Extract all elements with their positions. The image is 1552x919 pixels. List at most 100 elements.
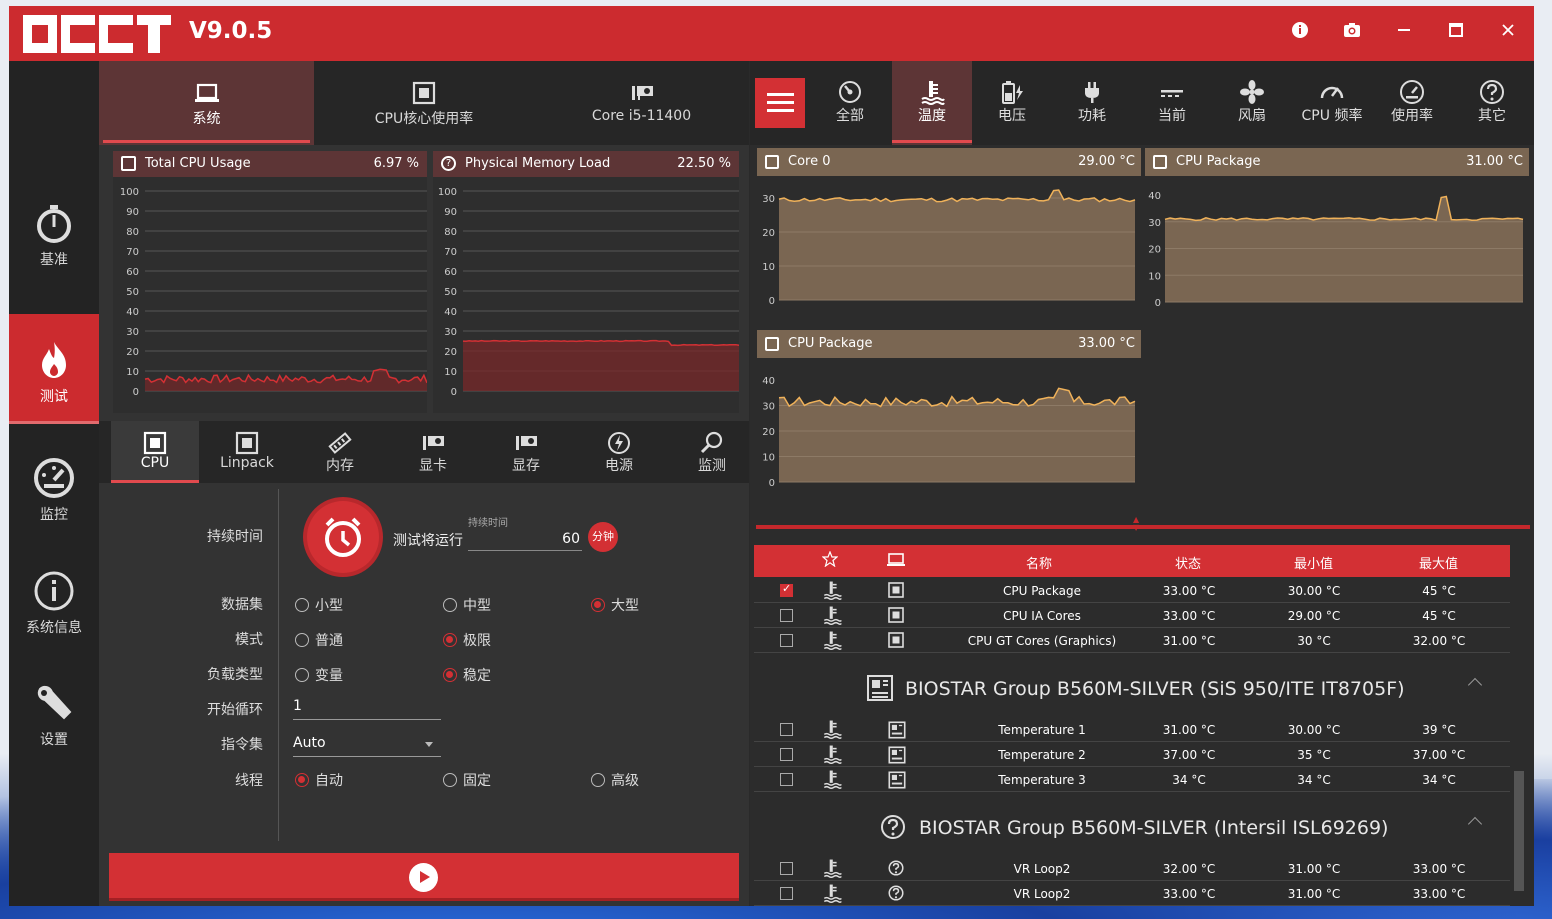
duration-clock-button[interactable]	[307, 501, 379, 573]
panel-splitter[interactable]	[756, 525, 1530, 529]
dataset-medium-radio[interactable]: 中型	[443, 595, 491, 615]
table-row[interactable]: Temperature 1 31.00 °C 30.00 °C 39 °C	[754, 717, 1510, 742]
col-status-header[interactable]: 状态	[1175, 553, 1201, 572]
mode-normal-radio[interactable]: 普通	[295, 630, 343, 650]
table-row[interactable]: CPU GT Cores (Graphics) 31.00 °C 30 °C 32.0…	[754, 628, 1510, 653]
minimize-icon[interactable]	[1394, 20, 1414, 40]
splitter-handle[interactable]: ▲▼	[1133, 516, 1139, 532]
sensor-name: VR Loop2	[1013, 862, 1071, 876]
question-icon	[888, 860, 904, 879]
row-checkbox[interactable]	[780, 723, 793, 736]
col-max-header[interactable]: 最大值	[1419, 553, 1458, 572]
chevron-up-icon[interactable]	[1467, 677, 1483, 693]
cpu-package-temp-graph: CPU Package 31.00 °C 40 30 20 10 0	[1145, 148, 1529, 320]
sensor-max: 37.00 °C	[1412, 748, 1466, 762]
dataset-small-radio[interactable]: 小型	[295, 595, 343, 615]
duration-unit-badge[interactable]: 分钟	[588, 522, 618, 552]
sidebar: 基准 测试 监控 系统信息 设置	[9, 61, 99, 906]
load-steady-radio[interactable]: 稳定	[443, 665, 491, 685]
row-checkbox[interactable]	[780, 748, 793, 761]
threads-fixed-radio[interactable]: 固定	[443, 770, 491, 790]
thermometer-icon	[822, 744, 842, 767]
menu-button[interactable]	[755, 78, 805, 128]
select-value: Auto	[293, 735, 326, 751]
maximize-icon[interactable]	[1446, 20, 1466, 40]
tab-voltage[interactable]: 电压	[972, 61, 1052, 145]
sidebar-item-test[interactable]: 测试	[9, 314, 99, 424]
col-min-header[interactable]: 最小值	[1294, 553, 1333, 572]
tab-cpu-test[interactable]: CPU	[111, 421, 199, 483]
axis-tick-label: 0	[451, 387, 457, 398]
tab-all[interactable]: 全部	[810, 61, 890, 145]
instruction-set-select[interactable]: Auto	[293, 733, 441, 757]
tab-gpu[interactable]: 显卡	[389, 421, 477, 483]
tab-power[interactable]: 电源	[575, 421, 663, 483]
tab-other[interactable]: 其它	[1452, 61, 1532, 145]
sensor-min: 30 °C	[1297, 634, 1331, 648]
tab-cpu-core-usage[interactable]: CPU核心使用率	[319, 61, 529, 145]
sidebar-item-monitor[interactable]: 监控	[9, 456, 99, 566]
sidebar-item-settings[interactable]: 设置	[9, 681, 99, 791]
duration-input[interactable]: 60	[468, 527, 582, 551]
sensor-group-ite[interactable]: BIOSTAR Group B560M-SILVER (SiS 950/ITE …	[754, 662, 1510, 720]
info-icon[interactable]	[1290, 20, 1310, 40]
row-checkbox[interactable]	[780, 887, 793, 900]
tab-label: CPU核心使用率	[374, 111, 474, 127]
star-icon[interactable]	[821, 550, 839, 571]
table-scrollbar[interactable]	[1513, 581, 1525, 901]
dataset-large-radio[interactable]: 大型	[591, 595, 639, 615]
scrollbar-thumb[interactable]	[1514, 771, 1524, 891]
sidebar-item-benchmark[interactable]: 基准	[9, 201, 99, 311]
row-checkbox[interactable]	[780, 862, 793, 875]
camera-icon[interactable]	[1342, 20, 1362, 40]
mode-extreme-radio[interactable]: 极限	[443, 630, 491, 650]
tab-monitoring[interactable]: 监测	[668, 421, 756, 483]
duration-label: 持续时间	[207, 529, 263, 545]
col-name-header[interactable]: 名称	[1026, 553, 1052, 572]
table-row[interactable]: VR Loop2 33.00 °C 31.00 °C 33.00 °C	[754, 881, 1510, 906]
row-checkbox[interactable]	[780, 773, 793, 786]
tab-core-i5[interactable]: Core i5-11400	[534, 61, 749, 145]
sidebar-item-sysinfo[interactable]: 系统信息	[9, 569, 99, 679]
tab-cpu-frequency[interactable]: CPU 频率	[1292, 61, 1372, 145]
threads-auto-radio[interactable]: 自动	[295, 770, 343, 790]
close-icon[interactable]	[1498, 20, 1518, 40]
wrench-icon	[37, 685, 72, 720]
row-checkbox[interactable]	[780, 609, 793, 622]
sensor-category-tabs: 全部 温度 电压 功耗 当前 风扇 CPU 频率 使用率 其它	[750, 61, 1534, 145]
sensor-status: 33.00 °C	[1162, 887, 1216, 901]
sensor-group-intersil[interactable]: BIOSTAR Group B560M-SILVER (Intersil ISL…	[754, 801, 1510, 859]
tab-current[interactable]: 当前	[1132, 61, 1212, 145]
start-test-button[interactable]	[109, 853, 739, 901]
table-row[interactable]: Temperature 3 34 °C 34 °C 34 °C	[754, 767, 1510, 792]
load-variable-radio[interactable]: 变量	[295, 665, 343, 685]
threads-advanced-radio[interactable]: 高级	[591, 770, 639, 790]
tab-memory[interactable]: 内存	[296, 421, 384, 483]
axis-tick-label: 0	[133, 387, 139, 398]
chevron-up-icon[interactable]	[1467, 816, 1483, 832]
table-row[interactable]: VR Loop2 32.00 °C 31.00 °C 33.00 °C	[754, 856, 1510, 881]
row-checkbox[interactable]	[780, 582, 793, 597]
sensor-status: 32.00 °C	[1162, 862, 1216, 876]
axis-tick-label: 20	[1148, 245, 1161, 256]
tab-label: 内存	[326, 458, 354, 474]
tab-vram[interactable]: 显存	[482, 421, 570, 483]
memory-icon	[328, 432, 352, 454]
row-checkbox[interactable]	[780, 634, 793, 647]
tab-fans[interactable]: 风扇	[1212, 61, 1292, 145]
axis-tick-label: 10	[444, 367, 457, 378]
sensor-panel: 全部 温度 电压 功耗 当前 风扇 CPU 频率 使用率 其它 Core 0 2…	[750, 61, 1534, 906]
start-loop-input[interactable]: 1	[293, 696, 441, 720]
tab-power-draw[interactable]: 功耗	[1052, 61, 1132, 145]
tab-linpack[interactable]: Linpack	[203, 421, 291, 483]
table-row[interactable]: CPU IA Cores 33.00 °C 29.00 °C 45 °C	[754, 603, 1510, 628]
table-row[interactable]: CPU Package 33.00 °C 30.00 °C 45 °C	[754, 578, 1510, 603]
table-row[interactable]: Temperature 2 37.00 °C 35 °C 37.00 °C	[754, 742, 1510, 767]
thermometer-icon	[822, 605, 842, 628]
tab-label: 温度	[918, 108, 946, 124]
tab-usage[interactable]: 使用率	[1372, 61, 1452, 145]
graph-value: 29.00 °C	[1078, 154, 1135, 169]
sensor-min: 35 °C	[1297, 748, 1331, 762]
tab-system[interactable]: 系统	[99, 61, 314, 145]
tab-temperature[interactable]: 温度	[892, 61, 972, 145]
